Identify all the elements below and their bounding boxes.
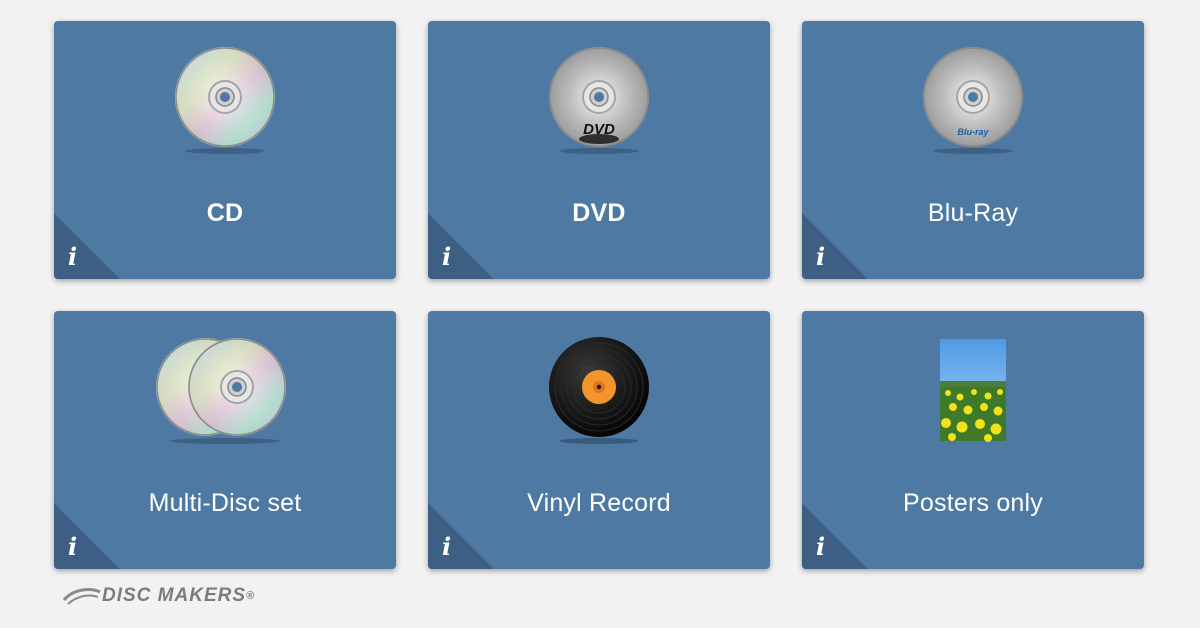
format-card-bluray[interactable]: Blu-ray Blu-Ray i — [802, 21, 1144, 279]
multi-disc-icon — [156, 338, 286, 444]
info-icon[interactable]: i — [442, 242, 451, 271]
vinyl-record-icon — [549, 337, 649, 444]
format-grid: CD i DVD DVD i Blu-ray Blu-Ray i Multi-D… — [54, 21, 1144, 569]
registered-mark: ® — [246, 590, 256, 602]
svg-text:Blu-ray: Blu-ray — [957, 127, 989, 137]
format-card-multi-disc[interactable]: Multi-Disc set i — [54, 311, 396, 569]
format-card-vinyl[interactable]: Vinyl Record i — [428, 311, 770, 569]
bluray-disc-icon: Blu-ray — [923, 47, 1023, 154]
poster-image-icon — [940, 339, 1006, 442]
format-card-cd[interactable]: CD i — [54, 21, 396, 279]
format-card-dvd[interactable]: DVD DVD i — [428, 21, 770, 279]
brand-name: DISC MAKERS — [102, 585, 247, 606]
format-card-posters[interactable]: Posters only i — [802, 311, 1144, 569]
info-icon[interactable]: i — [68, 242, 77, 271]
svg-text:DVD: DVD — [583, 121, 615, 138]
info-corner[interactable] — [802, 213, 868, 279]
info-corner[interactable] — [54, 213, 120, 279]
swoosh-icon — [62, 588, 101, 605]
disc-makers-logo: DISC MAKERS ® — [62, 585, 255, 607]
info-corner[interactable] — [428, 503, 494, 569]
info-corner[interactable] — [802, 503, 868, 569]
info-icon[interactable]: i — [816, 242, 825, 271]
info-corner[interactable] — [54, 503, 120, 569]
cd-disc-icon — [175, 47, 275, 154]
info-icon[interactable]: i — [68, 532, 77, 561]
info-corner[interactable] — [428, 213, 494, 279]
info-icon[interactable]: i — [442, 532, 451, 561]
info-icon[interactable]: i — [816, 532, 825, 561]
dvd-disc-icon: DVD — [549, 47, 649, 154]
